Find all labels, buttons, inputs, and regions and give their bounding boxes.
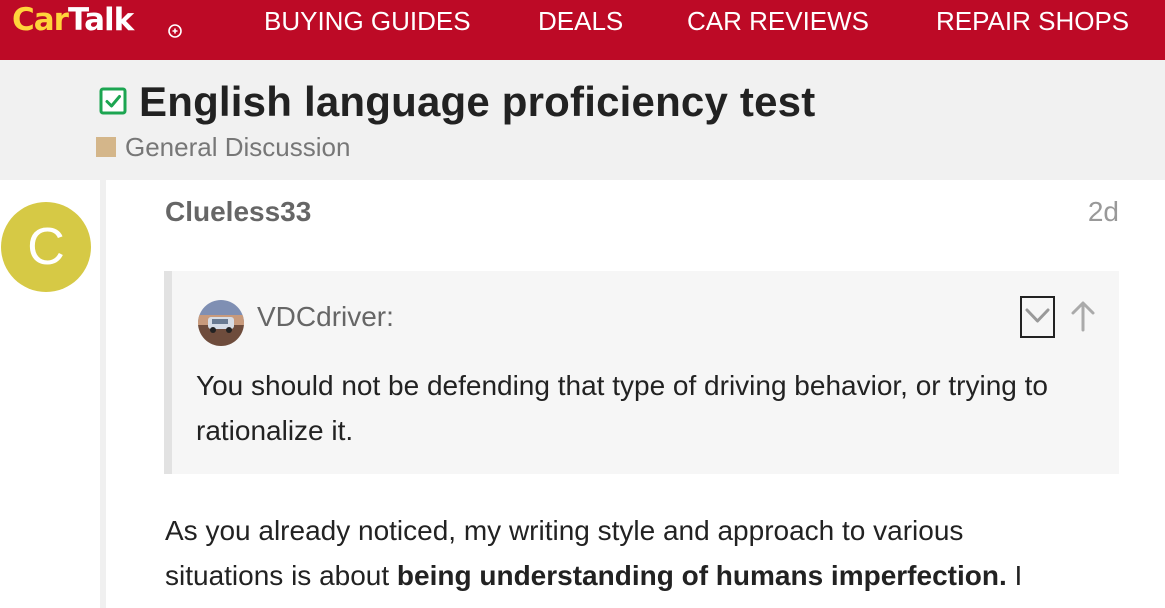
post-text-line2-end: I bbox=[1006, 560, 1023, 591]
wrench-badge-icon bbox=[168, 24, 182, 38]
post-date[interactable]: 2d bbox=[1070, 196, 1119, 228]
quoted-user-avatar[interactable] bbox=[198, 300, 244, 346]
post-text-line1: As you already noticed, my writing style… bbox=[165, 515, 964, 546]
post-bold-phrase: being understanding of humans imperfecti… bbox=[396, 560, 1007, 591]
category-link[interactable]: General Discussion bbox=[125, 132, 350, 163]
solved-checkbox-icon bbox=[99, 87, 127, 115]
nav-deals[interactable]: DEALS bbox=[538, 0, 623, 42]
nav-repair-shops[interactable]: REPAIR SHOPS bbox=[936, 0, 1129, 42]
post-paragraph: As you already noticed, my writing style… bbox=[165, 508, 1125, 598]
category-color-badge bbox=[96, 137, 116, 157]
quote-block: VDCdriver: You should not be defending t… bbox=[164, 271, 1119, 474]
logo-talk-text: Talk bbox=[67, 2, 134, 38]
post-timeline-bar bbox=[100, 180, 106, 608]
expand-quote-button[interactable] bbox=[1020, 296, 1055, 338]
cartalk-logo[interactable]: CarTalk bbox=[12, 2, 134, 42]
quoted-text: You should not be defending that type of… bbox=[196, 370, 1049, 446]
topic-header: English language proficiency test Genera… bbox=[0, 60, 1165, 180]
arrow-up-icon[interactable] bbox=[1068, 298, 1098, 334]
post-username[interactable]: Clueless33 bbox=[165, 196, 311, 228]
logo-car-text: Car bbox=[12, 2, 69, 38]
post-body: As you already noticed, my writing style… bbox=[165, 508, 1125, 598]
chevron-down-icon bbox=[1025, 308, 1050, 323]
user-avatar[interactable]: C bbox=[1, 202, 91, 292]
topic-title[interactable]: English language proficiency test bbox=[139, 78, 815, 126]
post-text-line2: situations is about bbox=[165, 560, 397, 591]
site-header: CarTalk BUYING GUIDES DEALS CAR REVIEWS … bbox=[0, 0, 1165, 60]
nav-car-reviews[interactable]: CAR REVIEWS bbox=[687, 0, 869, 42]
nav-buying-guides[interactable]: BUYING GUIDES bbox=[264, 0, 471, 42]
car-photo-avatar-icon bbox=[198, 300, 244, 346]
quoted-username[interactable]: VDCdriver: bbox=[257, 301, 394, 333]
